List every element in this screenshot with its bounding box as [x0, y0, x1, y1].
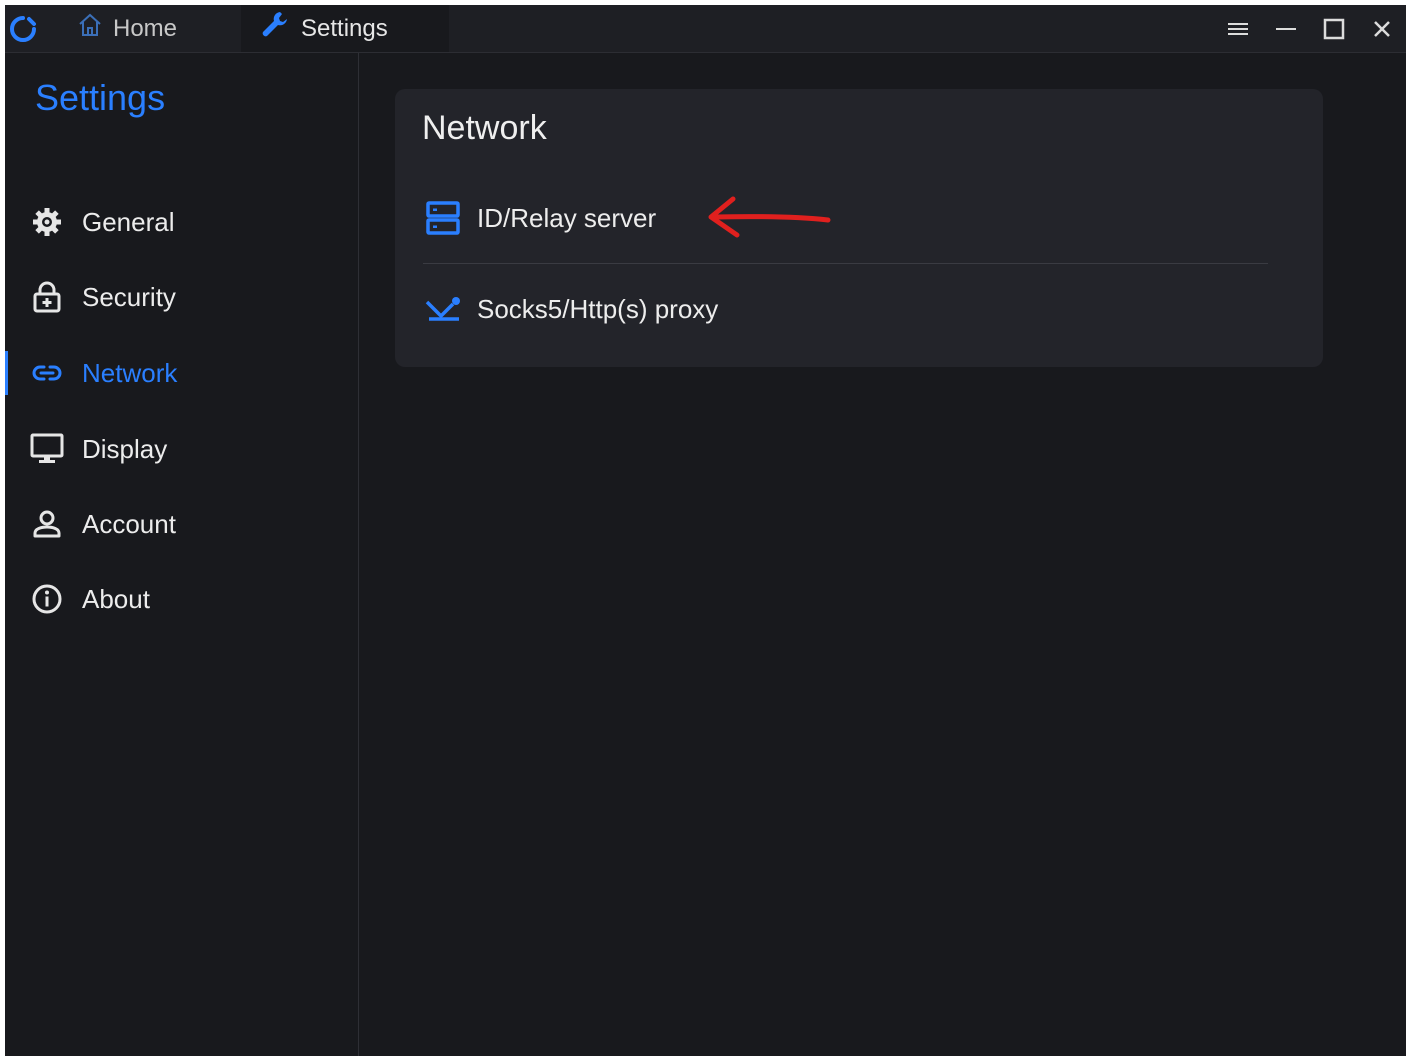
sidebar-item-label: Security: [82, 281, 176, 312]
row-divider: [423, 263, 1268, 264]
sidebar-item-general[interactable]: General: [5, 192, 358, 252]
window-controls: [1214, 5, 1406, 52]
sidebar-item-label: Account: [82, 508, 176, 539]
menu-button[interactable]: [1214, 5, 1262, 52]
id-relay-server-item[interactable]: ID/Relay server: [423, 193, 656, 243]
card-title: Network: [422, 109, 547, 147]
sidebar-item-label: About: [82, 583, 150, 614]
sidebar-item-display[interactable]: Display: [5, 419, 358, 479]
minimize-icon: [1276, 27, 1296, 30]
sidebar-item-security[interactable]: Security: [5, 267, 358, 327]
home-icon: [77, 12, 103, 45]
sidebar-item-about[interactable]: About: [5, 569, 358, 629]
tab-home-label: Home: [113, 14, 178, 42]
link-icon: [30, 356, 64, 390]
info-icon: [30, 582, 64, 616]
title-bar: Home Settings: [5, 5, 1406, 53]
sidebar: Settings General Security Network Displa…: [5, 53, 359, 1056]
sidebar-item-account[interactable]: Account: [5, 494, 358, 554]
tab-settings[interactable]: Settings: [241, 5, 449, 52]
red-arrow-annotation-icon: [708, 196, 831, 238]
sidebar-item-label: Display: [82, 433, 168, 464]
maximize-icon: [1323, 18, 1345, 39]
close-button[interactable]: [1358, 5, 1406, 52]
tab-settings-label: Settings: [301, 14, 388, 42]
sidebar-title: Settings: [35, 77, 166, 118]
wrench-icon: [259, 9, 291, 48]
maximize-button[interactable]: [1310, 5, 1358, 52]
network-card: Network ID/Relay server Socks5/Http(s) p…: [395, 89, 1323, 367]
sidebar-item-label: General: [82, 206, 175, 237]
person-icon: [30, 507, 64, 541]
minimize-button[interactable]: [1262, 5, 1310, 52]
gear-icon: [30, 205, 64, 239]
close-icon: [1374, 20, 1390, 37]
sidebar-item-label: Network: [82, 357, 178, 388]
monitor-icon: [30, 432, 64, 466]
id-relay-server-label: ID/Relay server: [477, 202, 657, 233]
app-logo-icon: [10, 16, 36, 42]
lock-icon: [30, 280, 64, 314]
sidebar-item-network[interactable]: Network: [5, 343, 358, 403]
menu-icon: [1228, 22, 1248, 35]
proxy-icon: [423, 289, 463, 329]
socks5-proxy-label: Socks5/Http(s) proxy: [477, 293, 719, 324]
tab-home[interactable]: Home: [71, 5, 241, 52]
app-window: Home Settings Settings General Security …: [5, 5, 1406, 1056]
server-icon: [423, 198, 463, 238]
socks5-proxy-item[interactable]: Socks5/Http(s) proxy: [423, 284, 718, 334]
main-content: Network ID/Relay server Socks5/Http(s) p…: [359, 53, 1406, 1056]
